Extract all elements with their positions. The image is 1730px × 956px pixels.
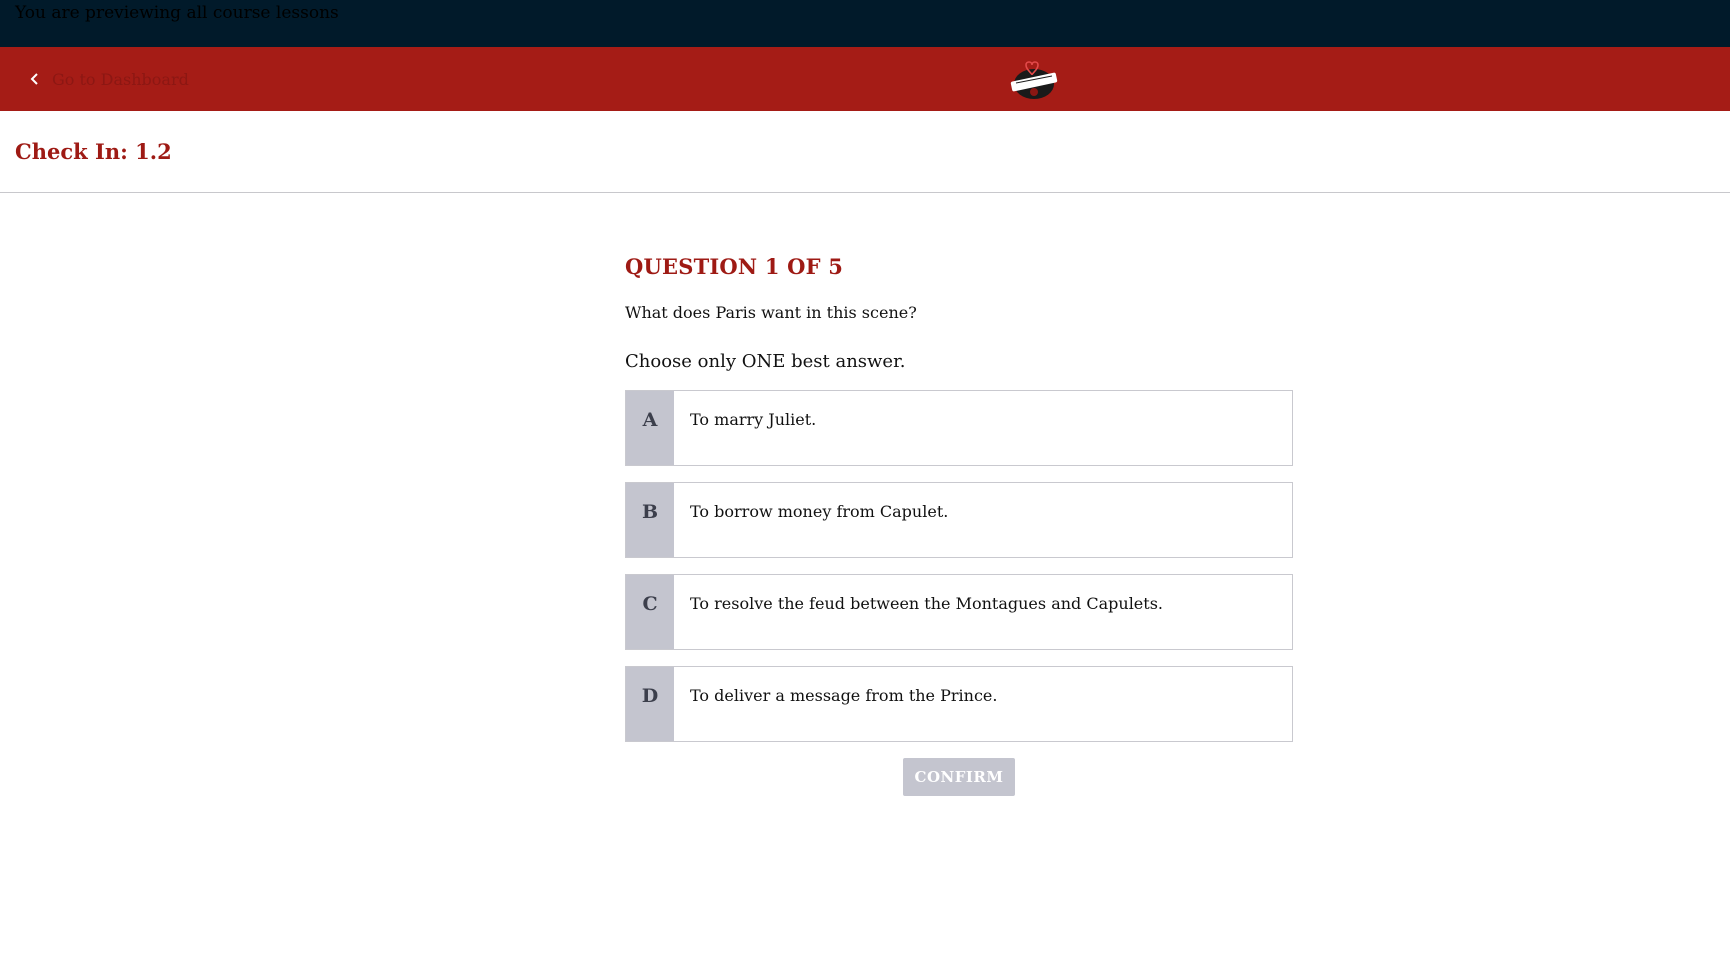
option-text: To resolve the feud between the Montague… bbox=[690, 594, 1163, 613]
answer-options: A To marry Juliet. B To borrow money fro… bbox=[625, 390, 1293, 742]
chevron-left-icon bbox=[30, 73, 38, 85]
preview-banner-text: You are previewing all course lessons bbox=[15, 3, 339, 23]
option-letter: C bbox=[626, 575, 674, 649]
answer-option-d[interactable]: D To deliver a message from the Prince. bbox=[625, 666, 1293, 742]
question-text: What does Paris want in this scene? bbox=[625, 303, 917, 322]
quiz-panel: QUESTION 1 OF 5 What does Paris want in … bbox=[625, 254, 1293, 796]
question-counter: QUESTION 1 OF 5 bbox=[625, 254, 844, 279]
option-letter: A bbox=[626, 391, 674, 465]
option-text: To marry Juliet. bbox=[690, 410, 817, 429]
answer-option-a[interactable]: A To marry Juliet. bbox=[625, 390, 1293, 466]
option-text: To deliver a message from the Prince. bbox=[690, 686, 998, 705]
option-letter: B bbox=[626, 483, 674, 557]
go-to-dashboard-label: Go to Dashboard bbox=[52, 69, 189, 89]
lesson-title-bar: Check In: 1.2 bbox=[0, 111, 1730, 193]
question-instruction: Choose only ONE best answer. bbox=[625, 351, 906, 372]
top-header: Go to Dashboard bbox=[0, 47, 1730, 111]
option-text: To borrow money from Capulet. bbox=[690, 502, 949, 521]
preview-banner: You are previewing all course lessons bbox=[0, 0, 1730, 47]
romeo-juliet-logo-icon bbox=[1010, 61, 1058, 99]
answer-option-c[interactable]: C To resolve the feud between the Montag… bbox=[625, 574, 1293, 650]
option-letter: D bbox=[626, 667, 674, 741]
go-to-dashboard-link[interactable]: Go to Dashboard bbox=[28, 47, 189, 111]
page-title: Check In: 1.2 bbox=[15, 139, 172, 164]
answer-option-b[interactable]: B To borrow money from Capulet. bbox=[625, 482, 1293, 558]
confirm-button[interactable]: CONFIRM bbox=[903, 758, 1015, 796]
confirm-wrapper: CONFIRM bbox=[625, 758, 1293, 796]
